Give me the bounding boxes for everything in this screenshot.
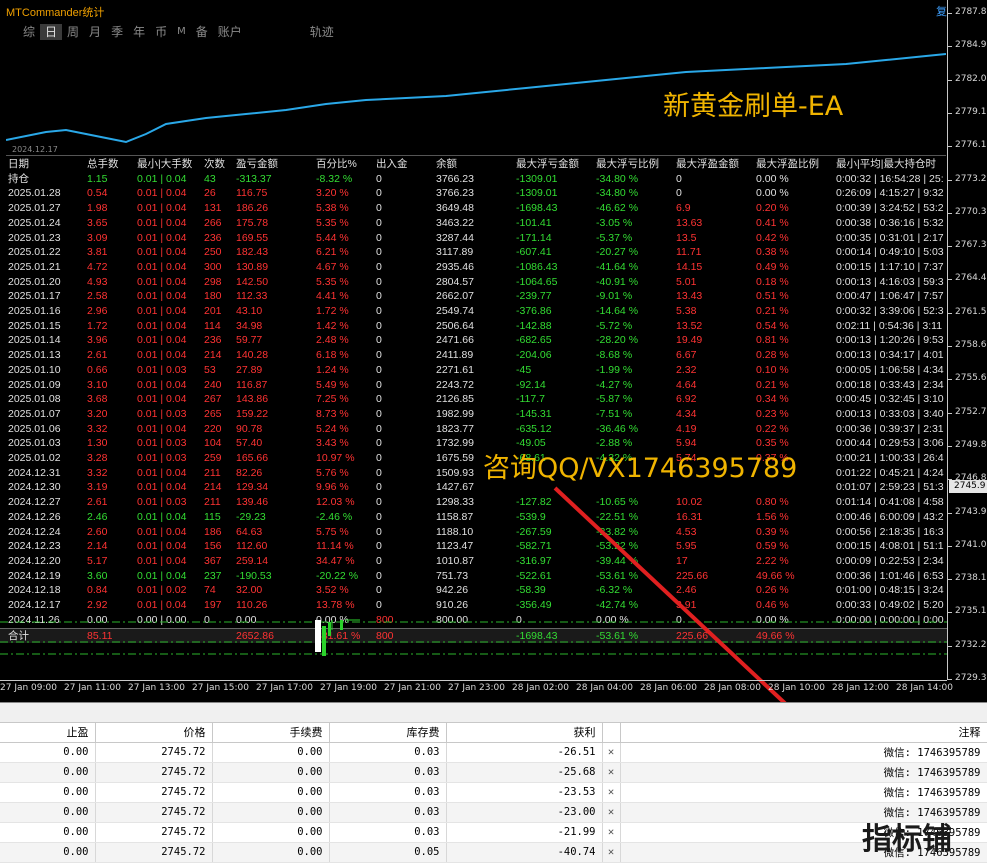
order-row[interactable]: 0.00 2745.72 0.00 0.03 -25.68 ✕ 微信: 1746395789	[0, 762, 987, 783]
price-tick-label: 2764.4	[955, 273, 987, 284]
current-price-label: 2745.9	[949, 480, 987, 493]
price-tick-label: 2761.5	[955, 306, 987, 317]
time-tick: 28 Jan 02:00	[512, 683, 569, 693]
time-axis[interactable]: 27 Jan 09:00 27 Jan 11:00 27 Jan 13:00 27 J…	[0, 680, 953, 702]
order-cell: -23.53	[446, 782, 603, 803]
order-cell: 2745.72	[95, 802, 213, 823]
order-cell: 2745.72	[95, 742, 213, 763]
orders-col-header[interactable]: 手续费	[212, 723, 330, 743]
price-tick-label: 2767.3	[955, 240, 987, 251]
order-cell: -23.00	[446, 802, 603, 823]
orders-col-header[interactable]: 注释	[620, 723, 987, 743]
time-tick: 28 Jan 12:00	[832, 683, 889, 693]
price-tick-label: 2779.1	[955, 106, 987, 117]
order-cell: -25.68	[446, 762, 603, 783]
price-tick-label: 2738.1	[955, 573, 987, 584]
order-cell: 0.00	[0, 802, 96, 823]
order-cell: 0.00	[0, 762, 96, 783]
order-cell: -21.99	[446, 822, 603, 843]
order-cell: 0.03	[329, 762, 447, 783]
order-cell: 微信: 1746395789	[620, 762, 987, 783]
time-tick: 27 Jan 19:00	[320, 683, 377, 693]
time-tick: 27 Jan 15:00	[192, 683, 249, 693]
orders-col-header[interactable]	[602, 723, 621, 743]
time-tick: 27 Jan 23:00	[448, 683, 505, 693]
order-cell: 0.00	[0, 842, 96, 863]
order-cell: 0.00	[212, 782, 330, 803]
order-cell: 0.00	[0, 822, 96, 843]
orders-col-header[interactable]: 止盈	[0, 723, 96, 743]
order-cell: -26.51	[446, 742, 603, 763]
order-cell: 0.00	[212, 802, 330, 823]
price-tick-label: 2749.8	[955, 439, 987, 450]
time-tick: 28 Jan 04:00	[576, 683, 633, 693]
price-tick-label: 2755.6	[955, 373, 987, 384]
order-row[interactable]: 0.00 2745.72 0.00 0.03 -21.99 ✕ 微信: 1746395789	[0, 822, 987, 843]
price-tick-label: 2735.1	[955, 606, 987, 617]
time-tick: 27 Jan 11:00	[64, 683, 121, 693]
time-tick: 28 Jan 10:00	[768, 683, 825, 693]
order-cell: 0.00	[212, 822, 330, 843]
price-scale[interactable]: 2787.8 2784.9 2782.0 2779.1 2776.1 2773.2 2770…	[947, 0, 987, 683]
time-tick: 28 Jan 06:00	[640, 683, 697, 693]
order-cell: 0.03	[329, 782, 447, 803]
order-cell: 0.00	[212, 742, 330, 763]
time-tick: 27 Jan 21:00	[384, 683, 441, 693]
order-cell: 微信: 1746395789	[620, 782, 987, 803]
order-cell: 0.00	[212, 762, 330, 783]
order-cell: 0.00	[212, 842, 330, 863]
time-tick: 28 Jan 14:00	[896, 683, 953, 693]
order-cell: -40.74	[446, 842, 603, 863]
order-row[interactable]: 0.00 2745.72 0.00 0.03 -26.51 ✕ 微信: 1746395789	[0, 742, 987, 763]
orders-col-header[interactable]: 库存费	[329, 723, 447, 743]
price-tick-label: 2752.7	[955, 406, 987, 417]
order-cell: 0.03	[329, 822, 447, 843]
chart-area[interactable]: MTCommander统计 复 综日周月季年币 M 备账户 轨迹 2024.12.17…	[0, 0, 987, 775]
time-tick: 27 Jan 13:00	[128, 683, 185, 693]
price-tick-label: 2782.0	[955, 73, 987, 84]
price-tick-label: 2758.6	[955, 340, 987, 350]
price-tick-label: 2732.2	[955, 639, 987, 650]
time-tick: 27 Jan 09:00	[0, 683, 57, 693]
price-tick-label: 2741.0	[955, 539, 987, 550]
close-order-icon[interactable]: ✕	[602, 802, 621, 823]
price-tick-label: 2776.1	[955, 140, 987, 151]
close-order-icon[interactable]: ✕	[602, 742, 621, 763]
price-tick-label: 2784.9	[955, 40, 987, 51]
orders-col-header[interactable]: 价格	[95, 723, 213, 743]
price-tick-label: 2729.3	[955, 673, 987, 683]
order-cell: 0.00	[0, 782, 96, 803]
time-tick: 28 Jan 08:00	[704, 683, 761, 693]
price-tick-label: 2787.8	[955, 7, 987, 17]
order-cell: 2745.72	[95, 822, 213, 843]
order-cell: 2745.72	[95, 762, 213, 783]
orders-col-header[interactable]: 获利	[446, 723, 603, 743]
close-order-icon[interactable]: ✕	[602, 822, 621, 843]
close-order-icon[interactable]: ✕	[602, 782, 621, 803]
price-tick-label: 2743.9	[955, 506, 987, 517]
orders-toolbar	[0, 703, 987, 723]
orders-panel: 止盈 价格 手续费 库存费 获利 注释 0.00 2745.72 0.00 0.03 -26.51…	[0, 702, 987, 863]
order-cell: 0.03	[329, 742, 447, 763]
close-order-icon[interactable]: ✕	[602, 842, 621, 863]
price-tick-label: 2773.2	[955, 173, 987, 184]
price-tick-label: 2770.3	[955, 206, 987, 217]
order-row[interactable]: 0.00 2745.72 0.00 0.03 -23.00 ✕ 微信: 1746395789	[0, 802, 987, 823]
close-order-icon[interactable]: ✕	[602, 762, 621, 783]
order-cell: 2745.72	[95, 782, 213, 803]
order-row[interactable]: 0.00 2745.72 0.00 0.05 -40.74 ✕ 微信: 1746395789	[0, 842, 987, 863]
order-cell: 0.00	[0, 742, 96, 763]
order-cell: 0.03	[329, 802, 447, 823]
order-cell: 2745.72	[95, 842, 213, 863]
orders-table: 止盈 价格 手续费 库存费 获利 注释 0.00 2745.72 0.00 0.03 -26.51…	[0, 723, 987, 863]
order-cell: 微信: 1746395789	[620, 742, 987, 763]
order-row[interactable]: 0.00 2745.72 0.00 0.03 -23.53 ✕ 微信: 1746395789	[0, 782, 987, 803]
order-cell: 0.05	[329, 842, 447, 863]
orders-watermark: 指标铺	[862, 822, 952, 857]
time-tick: 27 Jan 17:00	[256, 683, 313, 693]
